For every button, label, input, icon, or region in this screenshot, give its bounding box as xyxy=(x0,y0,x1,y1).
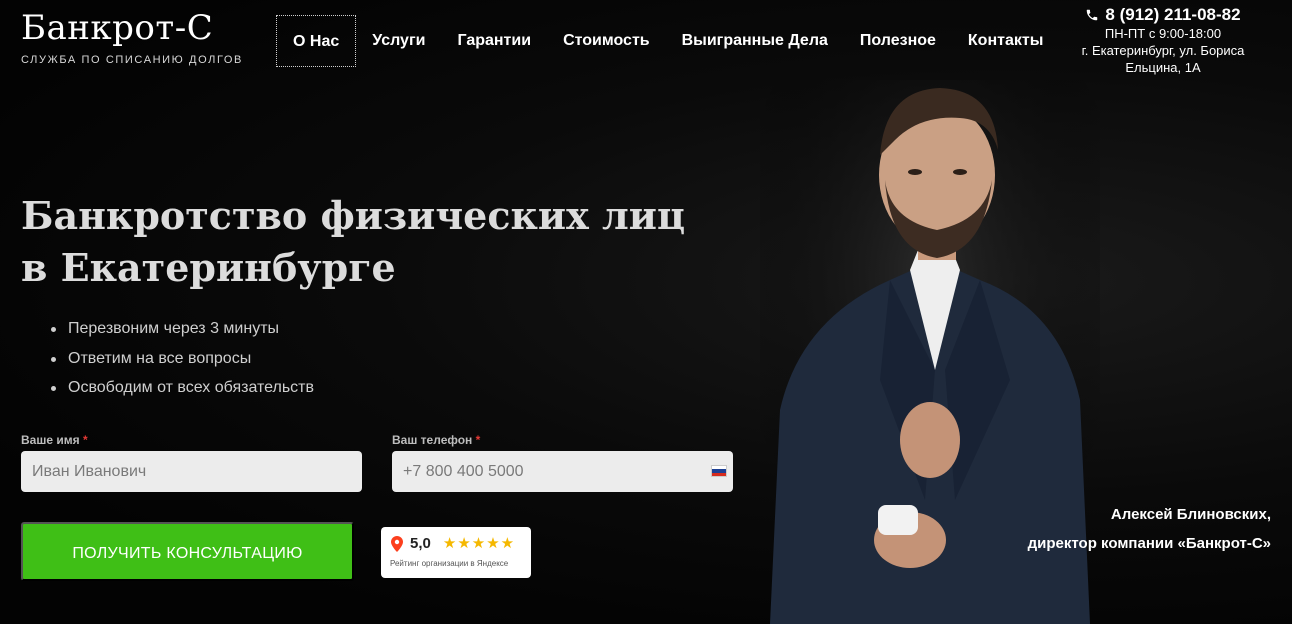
nav-item-won-cases[interactable]: Выигранные Дела xyxy=(666,15,844,67)
address: г. Екатеринбург, ул. Бориса Ельцина, 1А xyxy=(1081,43,1245,75)
get-consultation-button[interactable]: Получить консультацию xyxy=(21,522,354,581)
phone-label: Ваш телефон * xyxy=(392,433,480,447)
rating-score: 5,0 xyxy=(410,535,431,552)
nav-item-services[interactable]: Услуги xyxy=(356,15,441,67)
name-input[interactable] xyxy=(21,451,362,492)
star-icon: ★ xyxy=(457,534,471,552)
nav-item-useful[interactable]: Полезное xyxy=(844,15,952,67)
name-label: Ваше имя * xyxy=(21,433,88,447)
director-name: Алексей Блиновских, xyxy=(1110,506,1271,523)
benefit-item: Ответим на все вопросы xyxy=(48,344,314,374)
nav-item-contacts[interactable]: Контакты xyxy=(952,15,1059,67)
star-icon: ★ xyxy=(471,534,486,552)
star-icon: ★ xyxy=(500,534,515,552)
required-mark: * xyxy=(82,433,88,447)
phone-number: 8 (912) 211-08-82 xyxy=(1105,5,1241,24)
logo-title: Банкрот-С xyxy=(21,8,214,48)
phone-input[interactable] xyxy=(392,451,733,492)
benefit-item: Перезвоним через 3 минуты xyxy=(48,314,314,344)
star-icon: ★ xyxy=(442,534,457,552)
nav-item-pricing[interactable]: Стоимость xyxy=(547,15,666,67)
nav-item-guarantees[interactable]: Гарантии xyxy=(441,15,547,67)
nav-item-about[interactable]: О Нас xyxy=(276,15,357,67)
rating-stars: ★ ★ ★ ★ ★ xyxy=(442,534,515,552)
working-hours: ПН-ПТ с 9:00-18:00 xyxy=(1104,26,1222,41)
portrait-caption: Алексей Блиновских, директор компании «Б… xyxy=(1028,500,1271,558)
benefits-list: Перезвоним через 3 минуты Ответим на все… xyxy=(48,314,314,403)
yandex-rating-badge[interactable]: 5,0 ★ ★ ★ ★ ★ Рейтинг организации в Янде… xyxy=(381,527,531,578)
russia-flag-icon[interactable] xyxy=(711,465,727,477)
main-nav: О Нас Услуги Гарантии Стоимость Выигранн… xyxy=(276,15,1059,67)
name-label-text: Ваше имя xyxy=(21,433,80,447)
benefit-item: Освободим от всех обязательств xyxy=(48,373,314,403)
rating-top: 5,0 ★ ★ ★ ★ ★ xyxy=(381,527,531,552)
phone-link[interactable]: 8 (912) 211-08-82 xyxy=(1068,5,1258,25)
phone-label-text: Ваш телефон xyxy=(392,433,473,447)
header-contact: 8 (912) 211-08-82 ПН-ПТ с 9:00-18:00 г. … xyxy=(1068,5,1258,76)
star-icon: ★ xyxy=(486,534,500,552)
director-role: директор компании «Банкрот-С» xyxy=(1027,535,1271,552)
landing-page: Банкрот-С служба по списанию долгов О На… xyxy=(0,0,1292,624)
phone-icon xyxy=(1087,9,1098,21)
rating-caption: Рейтинг организации в Яндексе xyxy=(390,559,509,568)
required-mark: * xyxy=(475,433,481,447)
hero-title: Банкротство физических лиц в Екатеринбур… xyxy=(21,193,686,290)
logo-subtitle: служба по списанию долгов xyxy=(21,54,243,66)
logo[interactable]: Банкрот-С служба по списанию долгов xyxy=(21,8,243,66)
map-pin-icon xyxy=(391,535,403,552)
